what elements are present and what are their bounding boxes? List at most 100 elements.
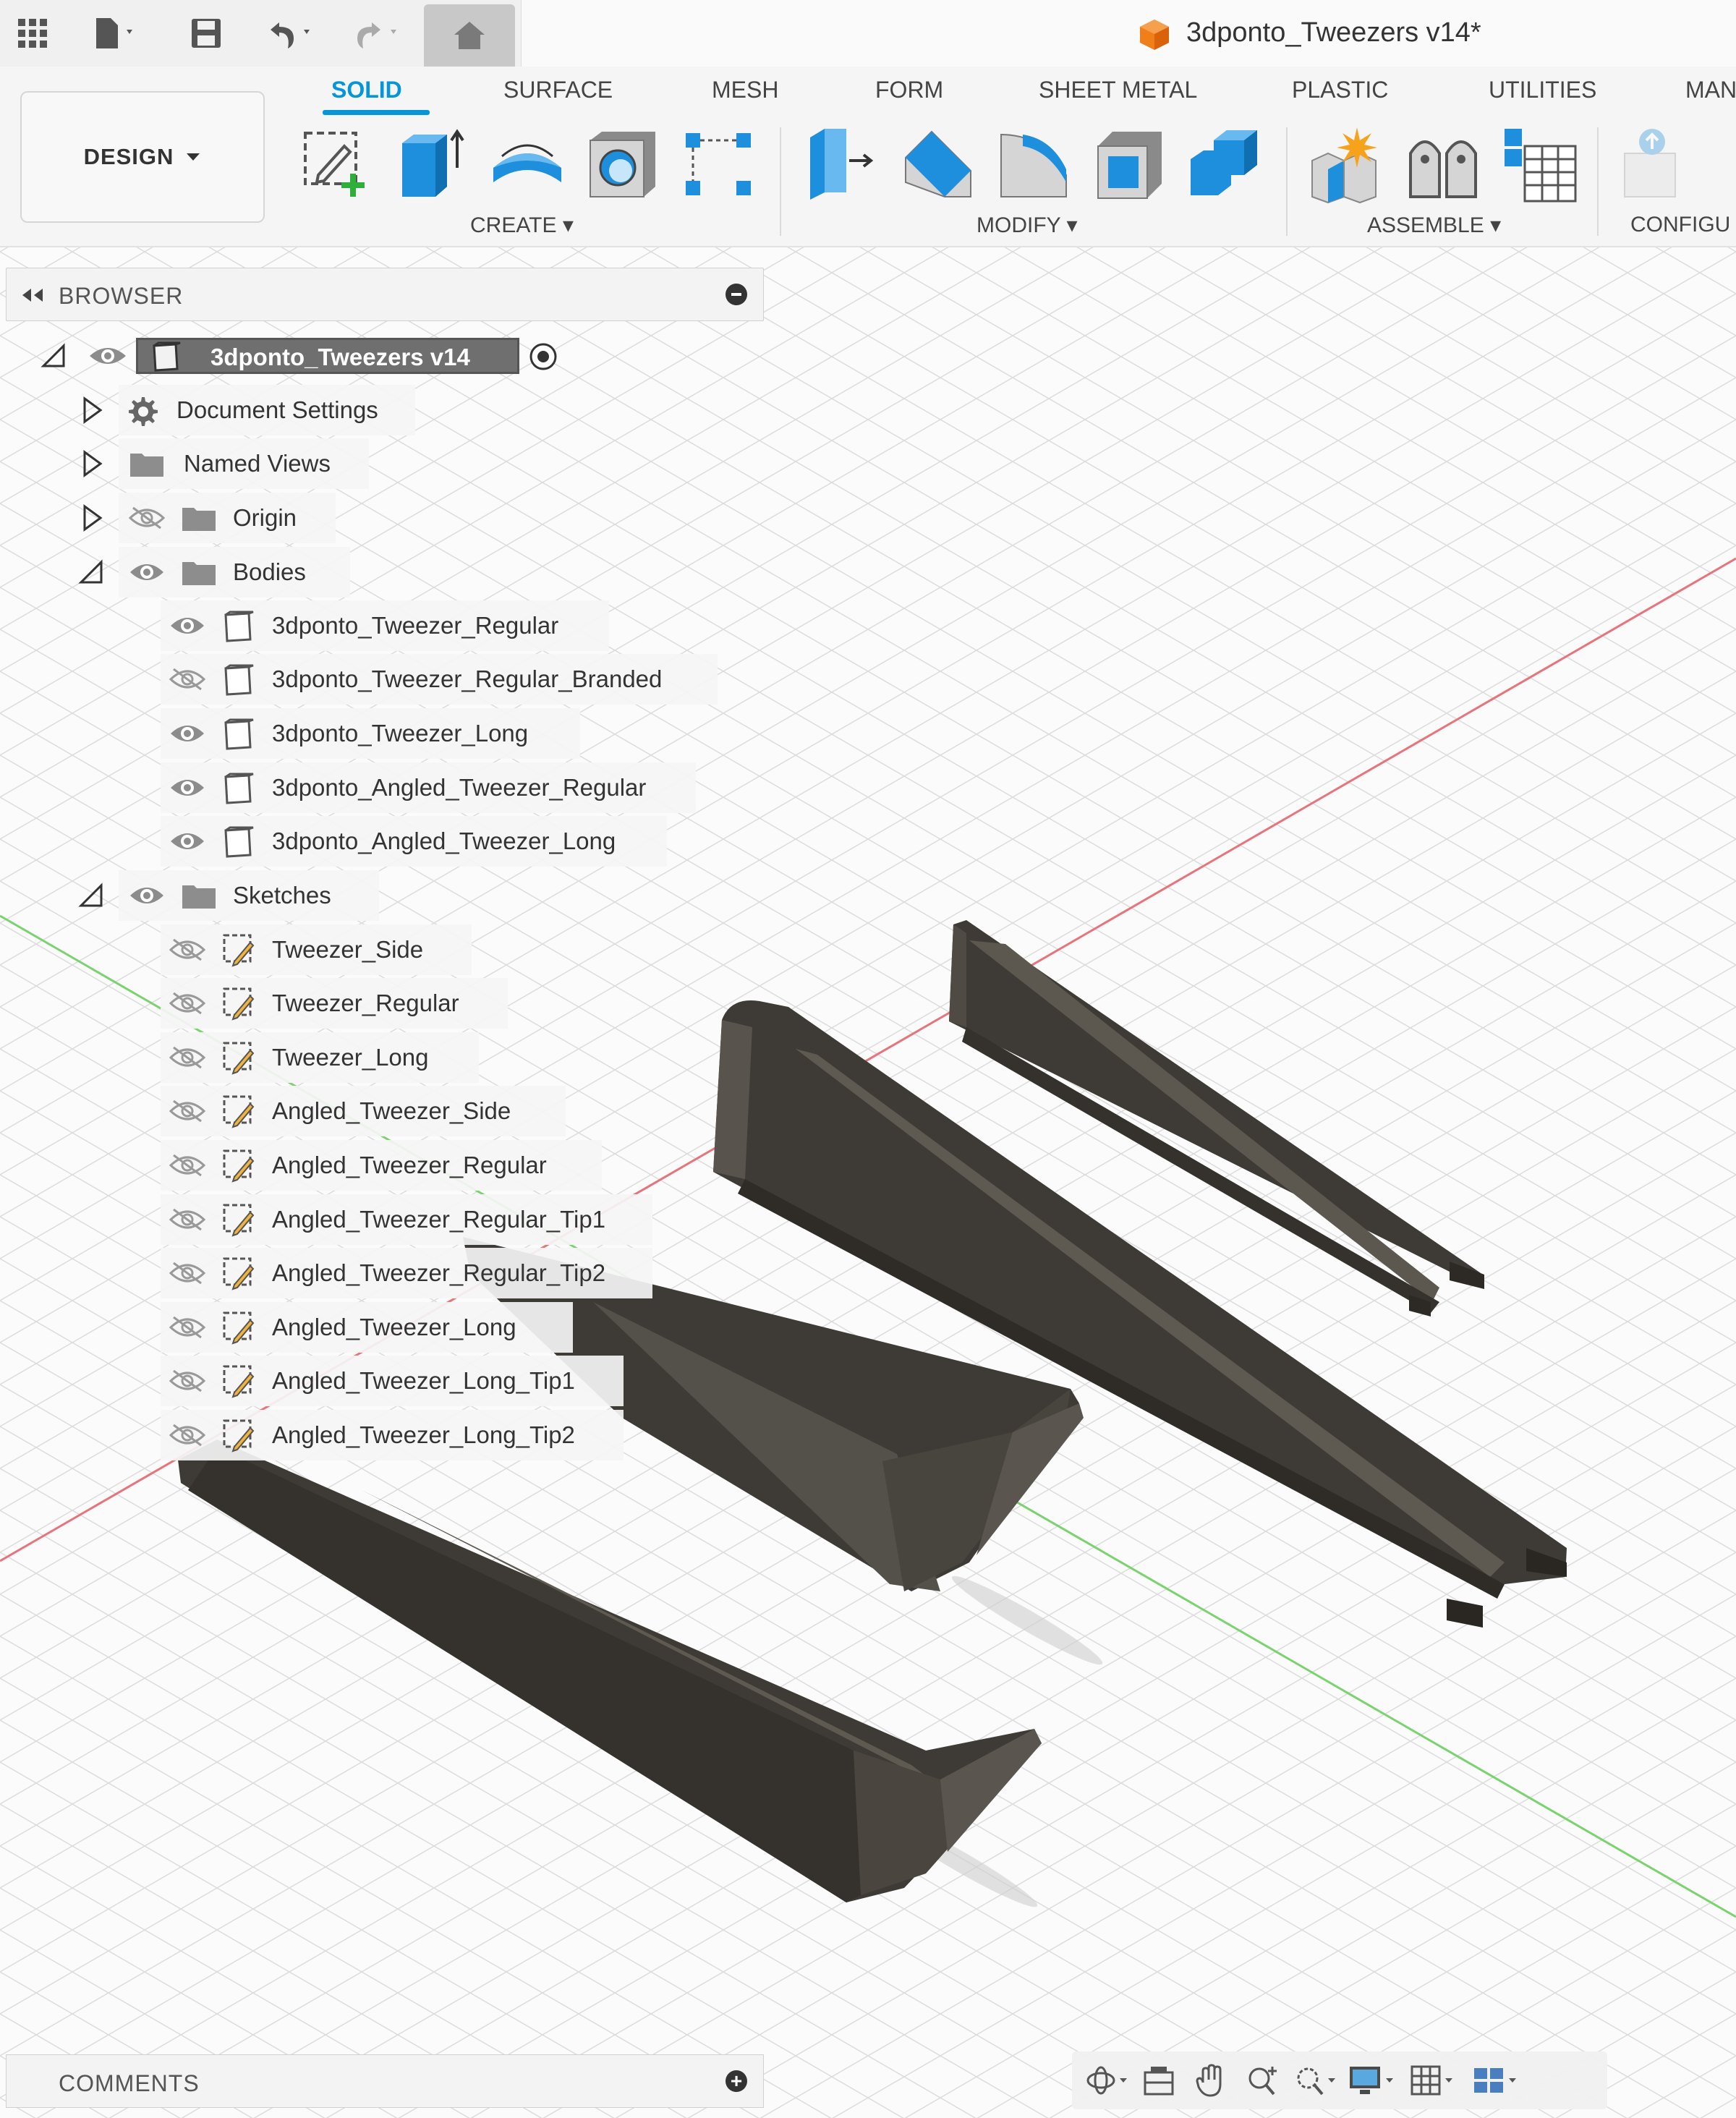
zoom-button[interactable] [1237,2055,1289,2106]
browser-node-sketch[interactable]: Tweezer_Long [161,1032,479,1083]
activate-radio-icon[interactable] [528,341,558,372]
apps-grid-icon[interactable] [7,0,58,67]
revolve-button[interactable] [488,124,567,204]
body-icon [224,773,254,804]
tab-form[interactable]: FORM [875,77,943,103]
pan-button[interactable] [1185,2055,1237,2106]
redo-icon[interactable] [340,0,412,67]
browser-node-document-settings[interactable]: Document Settings [119,385,415,435]
chamfer-button[interactable] [994,124,1073,204]
create-sketch-button[interactable] [297,124,376,204]
collapse-panel-icon[interactable] [20,284,46,306]
orbit-button[interactable] [1081,2055,1133,2106]
browser-node-body[interactable]: 3dponto_Tweezer_Regular [161,600,609,651]
expand-toggle-sketches[interactable] [77,877,106,914]
visibility-eye-icon[interactable] [168,773,207,802]
browser-node-sketches[interactable]: Sketches [119,870,379,921]
table-button[interactable] [1500,124,1580,204]
hidden-eye-icon[interactable] [168,989,207,1018]
browser-node-sketch[interactable]: Tweezer_Regular [161,978,508,1029]
browser-node-sketch[interactable]: Angled_Tweezer_Long [161,1302,573,1353]
extrude-button[interactable] [392,124,472,204]
visibility-eye-icon[interactable] [168,827,207,856]
undo-icon[interactable] [253,0,326,67]
expand-toggle-bodies[interactable] [77,554,106,590]
joint-button[interactable] [1403,124,1483,204]
home-tab[interactable] [424,4,515,67]
configure-button[interactable] [1617,124,1697,204]
combine-button[interactable] [1185,124,1264,204]
comments-panel[interactable]: COMMENTS + [6,2054,764,2108]
browser-node-sketch[interactable]: Angled_Tweezer_Long_Tip2 [161,1410,624,1460]
browser-node-sketch[interactable]: Tweezer_Side [161,924,472,975]
hidden-eye-icon[interactable] [127,503,166,532]
visibility-eye-icon[interactable] [168,719,207,748]
browser-node-body[interactable]: 3dponto_Angled_Tweezer_Long [161,816,667,867]
hidden-eye-icon[interactable] [168,1205,207,1234]
browser-panel-header[interactable]: BROWSER [6,268,764,321]
fit-button[interactable] [1289,2055,1341,2106]
tab-sheet-metal[interactable]: SHEET METAL [1039,77,1197,103]
browser-node-sketch[interactable]: Angled_Tweezer_Regular_Tip2 [161,1248,652,1298]
node-label: Angled_Tweezer_Long [272,1314,516,1340]
tab-manage[interactable]: MAN [1685,77,1736,103]
expand-toggle-root[interactable] [39,338,68,374]
press-pull-button[interactable] [803,124,882,204]
hidden-eye-icon[interactable] [168,1151,207,1180]
viewports-button[interactable] [1465,2055,1528,2106]
node-label: Tweezer_Regular [272,990,459,1016]
add-comment-icon[interactable]: + [726,2070,747,2092]
look-at-button[interactable] [1133,2055,1185,2106]
browser-node-body[interactable]: 3dponto_Tweezer_Long [161,708,580,759]
configure-group-label[interactable]: CONFIGU [1630,213,1730,237]
tab-solid[interactable]: SOLID [331,77,402,103]
create-menu[interactable]: CREATE ▾ [470,213,574,238]
document-tab[interactable] [521,0,1736,67]
expand-toggle-document-settings[interactable] [78,392,107,428]
visibility-eye-icon[interactable] [168,611,207,640]
component-icon [153,341,181,372]
hidden-eye-icon[interactable] [168,1043,207,1072]
folder-icon [182,885,216,909]
browser-node-origin[interactable]: Origin [119,493,336,543]
browser-node-sketch[interactable]: Angled_Tweezer_Side [161,1086,566,1136]
expand-toggle-origin[interactable] [78,500,107,536]
pattern-button[interactable] [678,124,758,204]
browser-node-sketch[interactable]: Angled_Tweezer_Regular_Tip1 [161,1194,652,1245]
grid-settings-button[interactable] [1403,2055,1465,2106]
hole-button[interactable] [583,124,663,204]
visibility-eye-icon[interactable] [127,881,166,910]
tab-utilities[interactable]: UTILITIES [1489,77,1596,103]
minimize-panel-icon[interactable] [726,284,747,305]
visibility-eye-icon[interactable] [127,558,166,587]
browser-node-body[interactable]: 3dponto_Angled_Tweezer_Regular [161,762,696,813]
new-component-button[interactable] [1306,124,1386,204]
hidden-eye-icon[interactable] [168,935,207,964]
hidden-eye-icon[interactable] [168,1097,207,1126]
display-settings-button[interactable] [1341,2055,1403,2106]
fillet-button[interactable] [898,124,978,204]
browser-node-sketch[interactable]: Angled_Tweezer_Long_Tip1 [161,1356,624,1406]
browser-root-node[interactable]: 3dponto_Tweezers v14 [136,338,519,374]
hidden-eye-icon[interactable] [168,1259,207,1288]
tab-plastic[interactable]: PLASTIC [1292,77,1388,103]
browser-node-bodies[interactable]: Bodies [119,547,350,597]
hidden-eye-icon[interactable] [168,665,207,694]
visibility-eye-icon[interactable] [87,341,129,370]
tab-mesh[interactable]: MESH [712,77,778,103]
shell-button[interactable] [1089,124,1169,204]
modify-menu[interactable]: MODIFY ▾ [977,213,1078,238]
file-menu-button[interactable] [80,0,152,67]
node-label: Origin [233,504,297,531]
browser-node-sketch[interactable]: Angled_Tweezer_Regular [161,1140,602,1191]
hidden-eye-icon[interactable] [168,1421,207,1450]
hidden-eye-icon[interactable] [168,1366,207,1395]
hidden-eye-icon[interactable] [168,1313,207,1342]
browser-node-body[interactable]: 3dponto_Tweezer_Regular_Branded [161,654,718,705]
browser-node-named-views[interactable]: Named Views [119,438,369,489]
save-icon[interactable] [181,0,231,67]
tab-surface[interactable]: SURFACE [503,77,613,103]
assemble-menu[interactable]: ASSEMBLE ▾ [1367,213,1501,238]
workspace-switcher[interactable]: DESIGN [20,91,265,223]
expand-toggle-named-views[interactable] [78,446,107,482]
